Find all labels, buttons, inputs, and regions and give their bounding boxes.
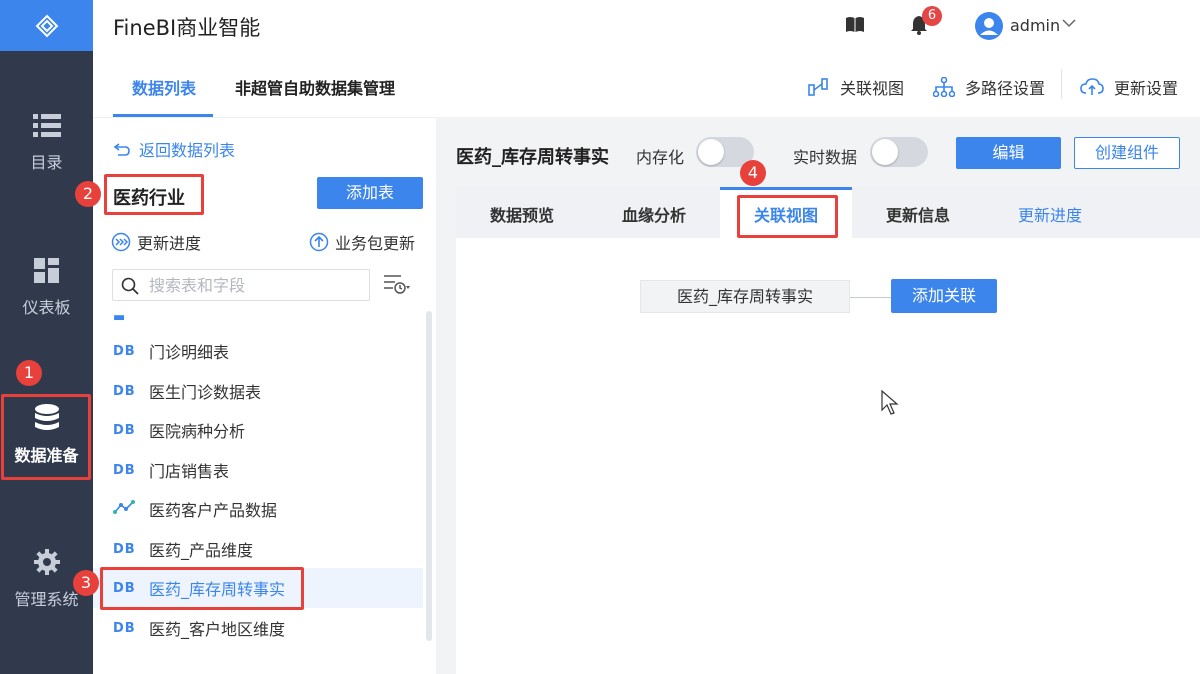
user-icon (980, 18, 998, 35)
annotation-number: 3 (73, 570, 99, 596)
db-icon: DB (113, 620, 136, 636)
relation-table-node[interactable]: 医药_库存周转事实 (640, 280, 850, 313)
progress-icon (111, 232, 131, 252)
list-item[interactable]: 医药客户产品数据 (93, 489, 423, 529)
multi-path-icon (933, 77, 955, 97)
help-book-icon[interactable] (845, 16, 865, 34)
package-update-label: 业务包更新 (335, 234, 416, 253)
add-table-button[interactable]: 添加表 (317, 177, 423, 209)
table-title: 医药_库存周转事实 (456, 147, 609, 168)
list-icon (32, 114, 61, 137)
toolbar-divider (1061, 69, 1062, 99)
in-memory-label: 内存化 (636, 148, 685, 167)
list-item-label: 医院病种分析 (149, 422, 246, 441)
edit-button[interactable]: 编辑 (956, 137, 1061, 169)
tab-lineage-analysis[interactable]: 血缘分析 (588, 187, 720, 238)
multi-path-label: 多路径设置 (965, 79, 1046, 98)
sort-filter-icon[interactable] (383, 274, 411, 296)
relation-connector (850, 297, 891, 298)
tab-update-info[interactable]: 更新信息 (852, 187, 984, 238)
toggle-knob (698, 139, 724, 165)
realtime-label: 实时数据 (793, 148, 858, 167)
db-icon: DB (113, 541, 136, 557)
update-settings-button[interactable]: 更新设置 (1080, 75, 1178, 99)
app-title: FineBI商业智能 (113, 16, 261, 40)
user-name[interactable]: admin (1010, 16, 1060, 35)
nav-item-label: 目录 (30, 153, 63, 172)
back-to-list-link[interactable]: 返回数据列表 (113, 137, 235, 161)
upload-icon (309, 232, 329, 252)
annotation-box-package (104, 174, 204, 215)
list-item[interactable]: DB 医生门诊数据表 (93, 371, 423, 411)
tab-self-service-dataset-mgmt[interactable]: 非超管自助数据集管理 (235, 75, 395, 99)
list-item[interactable]: DB 医院病种分析 (93, 410, 423, 450)
update-progress-label: 更新进度 (137, 234, 202, 253)
chevron-down-icon[interactable] (1062, 19, 1076, 28)
list-item-label: 医药客户产品数据 (149, 501, 278, 520)
multi-path-button[interactable]: 多路径设置 (933, 75, 1045, 99)
db-icon: DB (113, 422, 136, 438)
back-link-label: 返回数据列表 (139, 141, 236, 160)
nav-item-dashboard[interactable]: 仪表板 (0, 258, 93, 318)
list-item-label: 门诊明细表 (149, 343, 230, 362)
gear-icon (33, 549, 60, 575)
toggle-knob (872, 139, 898, 165)
annotation-box-data-prep (1, 394, 91, 480)
list-item[interactable]: DB 门店销售表 (93, 450, 423, 490)
self-service-dataset-icon (113, 499, 149, 519)
annotation-box-selected-table (100, 567, 304, 610)
nav-item-label: 仪表板 (22, 298, 71, 317)
tab-data-preview[interactable]: 数据预览 (456, 187, 588, 238)
search-field[interactable] (112, 269, 370, 301)
relation-view-button[interactable]: 关联视图 (808, 75, 904, 99)
annotation-number: 4 (740, 160, 766, 186)
annotation-box-relation-tab (737, 195, 838, 238)
create-component-button[interactable]: 创建组件 (1074, 137, 1180, 169)
mouse-cursor-icon (881, 390, 899, 415)
update-settings-label: 更新设置 (1114, 79, 1179, 98)
update-progress-button[interactable]: 更新进度 (111, 230, 201, 254)
back-arrow-icon (113, 143, 130, 156)
avatar[interactable] (975, 12, 1003, 40)
relation-view-label: 关联视图 (840, 79, 905, 98)
annotation-number: 2 (75, 181, 101, 207)
db-icon: DB (113, 383, 136, 399)
tab-data-list[interactable]: 数据列表 (132, 75, 196, 99)
annotation-number: 1 (16, 360, 42, 386)
list-item-label: 门店销售表 (149, 462, 230, 481)
package-update-button[interactable]: 业务包更新 (309, 230, 415, 254)
add-relation-button[interactable]: 添加关联 (891, 279, 997, 313)
app-logo[interactable] (0, 0, 93, 51)
search-input[interactable] (149, 274, 359, 296)
list-item-label: 医药_客户地区维度 (149, 620, 286, 639)
logo-icon (35, 14, 58, 37)
tab-update-progress[interactable]: 更新进度 (984, 187, 1116, 238)
sub-header: 数据列表 非超管自助数据集管理 关联视图 多路径设置 更新设置 (93, 51, 1200, 117)
table-list: ▬ DB 门诊明细表 DB 医生门诊数据表 DB 医院病种分析 DB 门店销售表 (93, 311, 436, 674)
notification-badge: 6 (922, 6, 942, 26)
list-item-label: 医药_产品维度 (149, 541, 254, 560)
db-icon: DB (113, 462, 136, 478)
list-item[interactable]: DB 医药_客户地区维度 (93, 608, 423, 648)
db-icon: DB (113, 343, 136, 359)
list-item[interactable]: DB 门诊明细表 (93, 331, 423, 371)
cloud-update-icon (1080, 78, 1104, 95)
list-item[interactable]: DB 医药_产品维度 (93, 529, 423, 569)
dashboard-icon (33, 258, 59, 283)
list-item-label: 医生门诊数据表 (149, 383, 262, 402)
detail-card: 数据预览 血缘分析 关联视图 更新信息 更新进度 医药_库存周转事实 添加关联 (456, 187, 1200, 674)
db-icon: ▬ (113, 311, 127, 325)
realtime-toggle[interactable] (870, 137, 928, 167)
list-scrollbar[interactable] (426, 311, 432, 641)
search-icon (121, 277, 139, 295)
nav-item-catalog[interactable]: 目录 (0, 113, 93, 173)
relation-view-icon (808, 78, 828, 96)
